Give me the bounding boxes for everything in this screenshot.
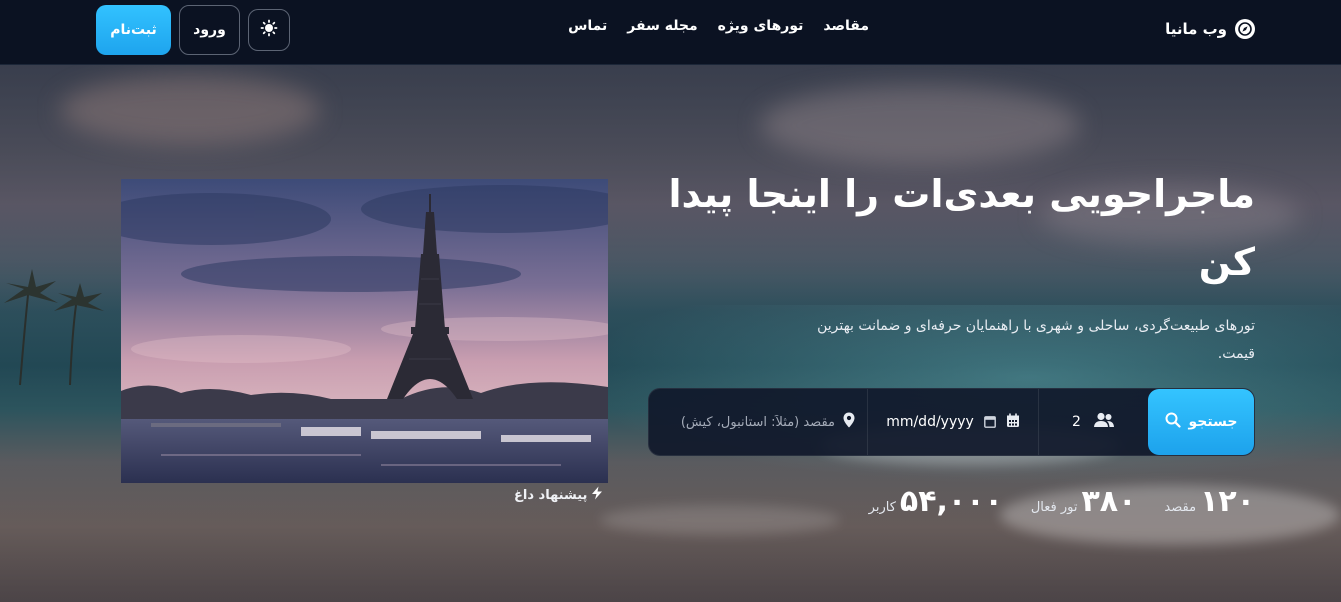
date-picker-icon[interactable] bbox=[983, 413, 996, 432]
navbar: وب مانیا مقاصد تورهای ویژه مجله سفر تماس… bbox=[0, 0, 1341, 65]
calendar-icon bbox=[1006, 413, 1020, 432]
eiffel-tower-photo bbox=[121, 179, 608, 483]
theme-toggle-button[interactable] bbox=[248, 9, 290, 51]
destination-field[interactable] bbox=[648, 389, 867, 455]
hero-title: ماجراجویی بعدی‌ات را اینجا پیدا کن bbox=[668, 172, 1255, 284]
stat-users-label: کاربر bbox=[868, 500, 896, 515]
compass-icon bbox=[1235, 19, 1255, 39]
palm-trees-silhouette bbox=[4, 269, 104, 385]
stat-destinations-number: ۱۲۰ bbox=[1200, 484, 1255, 519]
search-button-label: جستجو bbox=[1188, 414, 1238, 430]
date-field[interactable]: mm/dd/yyyy bbox=[867, 389, 1038, 455]
hero-stats: ۱۲۰ مقصد ۳۸۰ تور فعال ۵۴,۰۰۰ کاربر bbox=[869, 484, 1255, 519]
featured-badge-label: پیشنهاد داغ bbox=[514, 487, 588, 503]
stat-active-tours: ۳۸۰ تور فعال bbox=[1031, 484, 1137, 519]
stat-active-tours-number: ۳۸۰ bbox=[1081, 484, 1137, 519]
brand[interactable]: وب مانیا bbox=[1165, 18, 1255, 40]
destination-input[interactable] bbox=[648, 414, 835, 430]
lightning-icon bbox=[591, 486, 603, 504]
tour-search-bar: جستجو 2 mm/dd/yyyy مقصد (مثلاً: استانبول… bbox=[648, 388, 1255, 456]
nav-link-contact[interactable]: تماس bbox=[568, 18, 607, 34]
brand-name: وب مانیا bbox=[1165, 20, 1227, 38]
users-icon bbox=[1093, 412, 1115, 432]
featured-tour-image[interactable] bbox=[121, 179, 608, 483]
location-pin-icon bbox=[843, 412, 855, 432]
stat-users: ۵۴,۰۰۰ کاربر bbox=[869, 484, 1003, 519]
travelers-count: 2 bbox=[1072, 414, 1081, 430]
featured-badge: پیشنهاد داغ bbox=[514, 486, 603, 504]
stat-destinations: ۱۲۰ مقصد bbox=[1164, 484, 1255, 519]
signup-button[interactable]: ثبت‌نام bbox=[96, 5, 171, 55]
main-nav: مقاصد تورهای ویژه مجله سفر تماس bbox=[568, 18, 869, 34]
nav-link-destinations[interactable]: مقاصد bbox=[823, 18, 869, 34]
stat-destinations-label: مقصد bbox=[1164, 500, 1197, 515]
date-value: mm/dd/yyyy bbox=[886, 414, 974, 430]
stat-active-tours-label: تور فعال bbox=[1030, 500, 1078, 515]
stat-users-number: ۵۴,۰۰۰ bbox=[899, 484, 1003, 519]
travelers-field[interactable]: 2 bbox=[1038, 389, 1148, 455]
hero-subtitle: تورهای طبیعت‌گردی، ساحلی و شهری با راهنم… bbox=[817, 318, 1255, 362]
nav-link-special-tours[interactable]: تورهای ویژه bbox=[718, 18, 804, 34]
sun-icon bbox=[260, 19, 278, 41]
login-button[interactable]: ورود bbox=[179, 5, 240, 55]
search-button[interactable]: جستجو bbox=[1148, 389, 1254, 455]
nav-link-travel-magazine[interactable]: مجله سفر bbox=[627, 18, 697, 34]
search-icon bbox=[1165, 412, 1181, 432]
